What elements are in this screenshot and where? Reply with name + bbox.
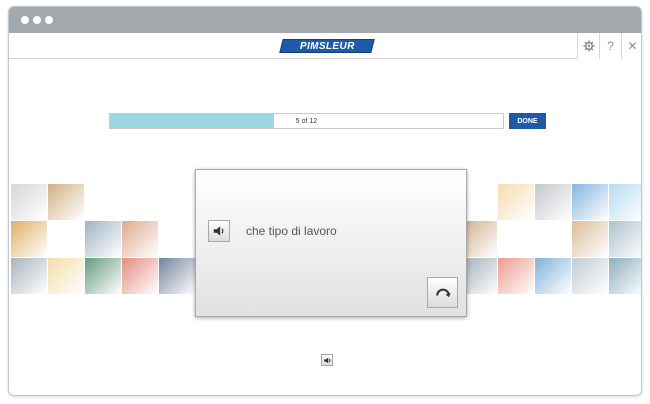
photo-tile xyxy=(609,184,641,220)
photo-tile xyxy=(609,221,641,257)
photo-tile xyxy=(48,258,84,294)
pimsleur-logo: PIMSLEUR xyxy=(279,39,375,53)
photo-tile xyxy=(498,184,534,220)
photo-tile xyxy=(85,184,121,220)
speaker-icon xyxy=(323,357,330,363)
photo-tile xyxy=(159,258,195,294)
settings-button[interactable] xyxy=(577,33,599,59)
image-strip-left xyxy=(11,184,195,294)
speaker-icon xyxy=(213,226,224,236)
photo-tile xyxy=(498,258,534,294)
logo-text: PIMSLEUR xyxy=(299,40,355,52)
photo-tile xyxy=(48,184,84,220)
photo-tile xyxy=(572,184,608,220)
app-header: PIMSLEUR ? ✕ xyxy=(9,33,641,59)
photo-tile xyxy=(122,258,158,294)
card-audio-button[interactable] xyxy=(208,220,230,242)
photo-tile xyxy=(122,221,158,257)
photo-tile xyxy=(122,184,158,220)
help-button[interactable]: ? xyxy=(599,33,621,59)
photo-tile xyxy=(85,221,121,257)
replay-icon xyxy=(435,288,450,297)
flashcard: che tipo di lavoro xyxy=(195,169,467,317)
photo-tile xyxy=(609,258,641,294)
photo-tile xyxy=(498,221,534,257)
progress-label: 5 of 12 xyxy=(295,117,318,125)
image-strip-right xyxy=(461,184,641,294)
close-icon: ✕ xyxy=(627,39,638,53)
window-dot[interactable] xyxy=(33,16,41,24)
photo-tile xyxy=(159,221,195,257)
browser-window: PIMSLEUR ? ✕ 5 of 12 DONE che tipo di la… xyxy=(8,6,642,396)
photo-tile xyxy=(159,184,195,220)
photo-tile xyxy=(11,184,47,220)
replay-button[interactable] xyxy=(427,277,458,308)
photo-tile xyxy=(535,221,571,257)
photo-tile xyxy=(85,258,121,294)
photo-tile xyxy=(11,258,47,294)
bottom-audio-button[interactable] xyxy=(321,354,333,366)
photo-tile xyxy=(48,221,84,257)
gear-icon xyxy=(583,40,594,52)
photo-tile xyxy=(535,258,571,294)
photo-tile xyxy=(535,184,571,220)
flashcard-phrase: che tipo di lavoro xyxy=(246,224,337,238)
window-titlebar xyxy=(9,7,641,33)
photo-tile xyxy=(572,258,608,294)
photo-tile xyxy=(572,221,608,257)
window-dot[interactable] xyxy=(21,16,29,24)
help-icon: ? xyxy=(607,39,614,53)
progress-bar: 5 of 12 xyxy=(109,113,504,129)
done-button[interactable]: DONE xyxy=(509,113,546,129)
window-dot[interactable] xyxy=(45,16,53,24)
photo-tile xyxy=(11,221,47,257)
close-button[interactable]: ✕ xyxy=(621,33,641,59)
